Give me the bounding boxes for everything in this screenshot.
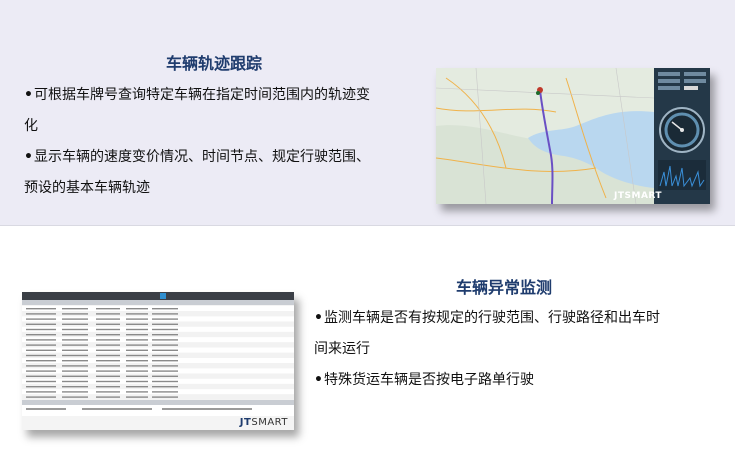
bullet-dot: • bbox=[314, 372, 323, 388]
bullet-item: •显示车辆的速度变价情况、时间节点、规定行驶范围、 bbox=[24, 142, 370, 173]
bullet-line: 可根据车牌号查询特定车辆在指定时间范围内的轨迹变 bbox=[33, 87, 370, 103]
bullet-line: 显示车辆的速度变价情况、时间节点、规定行驶范围、 bbox=[33, 149, 370, 165]
section-title-trajectory: 车辆轨迹跟踪 bbox=[166, 54, 263, 73]
bullet-line: 特殊货运车辆是否按电子路单行驶 bbox=[323, 372, 534, 388]
bullet-continuation: 间来运行 bbox=[314, 341, 370, 357]
bullet-continuation: 预设的基本车辆轨迹 bbox=[24, 180, 150, 196]
bullet-line: 监测车辆是否有按规定的行驶范围、行驶路径和出车时 bbox=[323, 310, 660, 326]
bullet-item: •特殊货运车辆是否按电子路单行驶 bbox=[314, 365, 660, 396]
trajectory-bullets: •可根据车牌号查询特定车辆在指定时间范围内的轨迹变 化 •显示车辆的速度变价情况… bbox=[24, 80, 370, 204]
jtsmart-logo: JTSMART bbox=[239, 417, 288, 428]
bullet-dot: • bbox=[24, 149, 33, 165]
map-view bbox=[436, 68, 654, 204]
bullet-dot: • bbox=[314, 310, 323, 326]
trajectory-screenshot: JTSMART bbox=[436, 68, 710, 204]
jtsmart-logo: JTSMART bbox=[614, 191, 663, 201]
trajectory-panel: 车辆轨迹跟踪 •可根据车牌号查询特定车辆在指定时间范围内的轨迹变 化 •显示车辆… bbox=[0, 0, 735, 226]
dashboard-panel bbox=[654, 68, 710, 204]
bullet-item: •可根据车牌号查询特定车辆在指定时间范围内的轨迹变 bbox=[24, 80, 370, 111]
bullet-dot: • bbox=[24, 87, 33, 103]
anomaly-bullets: •监测车辆是否有按规定的行驶范围、行驶路径和出车时 间来运行 •特殊货运车辆是否… bbox=[314, 303, 660, 396]
section-title-anomaly: 车辆异常监测 bbox=[456, 278, 553, 297]
anomaly-screenshot: JTSMART bbox=[22, 292, 294, 430]
vehicle-table-view bbox=[22, 292, 294, 416]
bullet-item: •监测车辆是否有按规定的行驶范围、行驶路径和出车时 bbox=[314, 303, 660, 334]
bullet-continuation: 化 bbox=[24, 118, 38, 134]
speed-gauge-icon bbox=[658, 72, 706, 190]
